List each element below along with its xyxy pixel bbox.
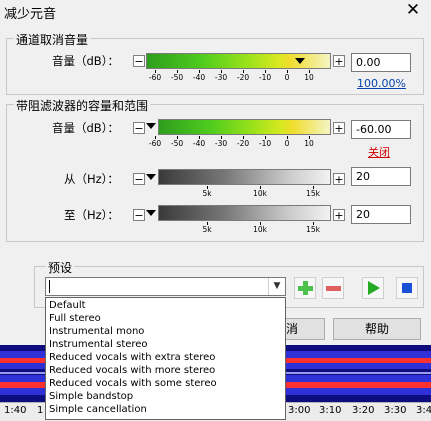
from-increase-button[interactable]: + <box>333 173 345 185</box>
scale-tick-label: -10 <box>258 139 272 148</box>
close-icon[interactable]: ✕ <box>403 0 423 20</box>
scale-tick-label: 15k <box>306 189 320 198</box>
time-label: 3:40 <box>416 405 431 416</box>
play-button[interactable] <box>362 277 384 299</box>
scale-tick-label: -50 <box>170 139 184 148</box>
scale-tick-label: 0 <box>284 139 290 148</box>
center-channel-title: 通道取消音量 <box>14 31 91 48</box>
scale-tick-label: -30 <box>214 139 228 148</box>
scale-tick-label: -60 <box>148 139 162 148</box>
scale-tick-label: 10 <box>304 139 314 148</box>
from-slider[interactable] <box>158 169 331 185</box>
to-thumb-icon[interactable] <box>146 210 156 216</box>
cancel-button-label: 消 <box>286 322 299 336</box>
time-label: 1 <box>37 405 44 416</box>
preset-option[interactable]: Full stereo <box>49 313 101 325</box>
preset-option[interactable]: Reduced vocals with extra stereo <box>49 352 215 364</box>
preset-option[interactable]: Instrumental mono <box>49 326 144 338</box>
band-volume-decrease-button[interactable]: − <box>133 122 145 134</box>
time-label: 3:00 <box>288 405 311 416</box>
time-label: 3:10 <box>319 405 342 416</box>
bandpass-title: 带阻滤波器的容量和范围 <box>14 97 151 114</box>
preset-option[interactable]: Reduced vocals with some stereo <box>49 378 217 390</box>
time-label: 3:30 <box>384 405 407 416</box>
add-preset-button[interactable] <box>294 277 316 299</box>
scale-tick-label: -60 <box>148 73 162 82</box>
preset-option[interactable]: Simple cancellation <box>49 404 147 416</box>
scale-tick-label: 15k <box>306 225 320 234</box>
from-thumb-icon[interactable] <box>146 174 156 180</box>
scale-tick-label: -20 <box>236 73 250 82</box>
preset-text-cursor <box>49 280 50 293</box>
volume-increase-button[interactable]: + <box>333 55 345 67</box>
from-decrease-button[interactable]: − <box>133 173 145 185</box>
slider-thumb-icon[interactable] <box>295 58 305 64</box>
scale-tick-label: 10k <box>253 189 267 198</box>
band-volume-label: 音量（dB）： <box>52 121 119 135</box>
presets-title: 预设 <box>46 259 75 276</box>
scale-tick-label: -30 <box>214 73 228 82</box>
percent-link[interactable]: 100.00% <box>357 77 406 90</box>
preset-option[interactable]: Simple bandstop <box>49 391 133 403</box>
chevron-down-icon[interactable]: ▼ <box>268 278 285 295</box>
to-decrease-button[interactable]: − <box>133 209 145 221</box>
preset-option[interactable]: Default <box>49 300 86 312</box>
scale-tick-label: 5k <box>202 189 212 198</box>
scale-tick-label: -10 <box>258 73 272 82</box>
preset-option[interactable]: Reduced vocals with more stereo <box>49 365 215 377</box>
off-link[interactable]: 关闭 <box>368 144 390 160</box>
stop-button[interactable] <box>396 277 418 299</box>
time-label: 3:20 <box>352 405 375 416</box>
band-volume-thumb-icon[interactable] <box>146 123 156 129</box>
volume-value-field[interactable]: 0.00 <box>351 53 411 72</box>
scale-tick-label: 0 <box>284 73 290 82</box>
band-volume-increase-button[interactable]: + <box>333 122 345 134</box>
volume-decrease-button[interactable]: − <box>133 55 145 67</box>
scale-tick-label: 10k <box>253 225 267 234</box>
to-slider[interactable] <box>158 205 331 221</box>
time-label: 1:40 <box>4 405 27 416</box>
preset-option[interactable]: Instrumental stereo <box>49 339 148 351</box>
from-value-field[interactable]: 20 <box>351 167 411 186</box>
window-title: 减少元音 <box>4 7 57 22</box>
scale-tick-label: -50 <box>170 73 184 82</box>
help-button[interactable]: 帮助 <box>333 318 421 340</box>
preset-dropdown-list: Default Full stereo Instrumental mono In… <box>45 297 286 420</box>
volume-label: 音量（dB）： <box>52 54 119 68</box>
scale-tick-label: 10 <box>304 73 314 82</box>
preset-select[interactable]: ▼ <box>45 277 286 296</box>
to-value-field[interactable]: 20 <box>351 205 411 224</box>
stop-icon <box>402 283 412 293</box>
remove-preset-button[interactable] <box>322 277 344 299</box>
plus-icon <box>298 281 313 295</box>
scale-tick-label: 5k <box>202 225 212 234</box>
scale-tick-label: -40 <box>192 139 206 148</box>
scale-tick-label: -20 <box>236 139 250 148</box>
minus-icon <box>326 286 341 291</box>
play-icon <box>368 281 380 295</box>
volume-slider[interactable] <box>146 53 331 69</box>
band-volume-value-field[interactable]: -60.00 <box>351 120 411 139</box>
dialog: 减少元音 ✕ 通道取消音量 音量（dB）： − + -60 -50 -40 -30 -2… <box>0 0 431 345</box>
to-increase-button[interactable]: + <box>333 209 345 221</box>
to-label: 至（Hz）： <box>64 208 119 222</box>
band-volume-slider[interactable] <box>158 119 331 135</box>
from-label: 从（Hz）： <box>64 172 119 186</box>
scale-tick-label: -40 <box>192 73 206 82</box>
